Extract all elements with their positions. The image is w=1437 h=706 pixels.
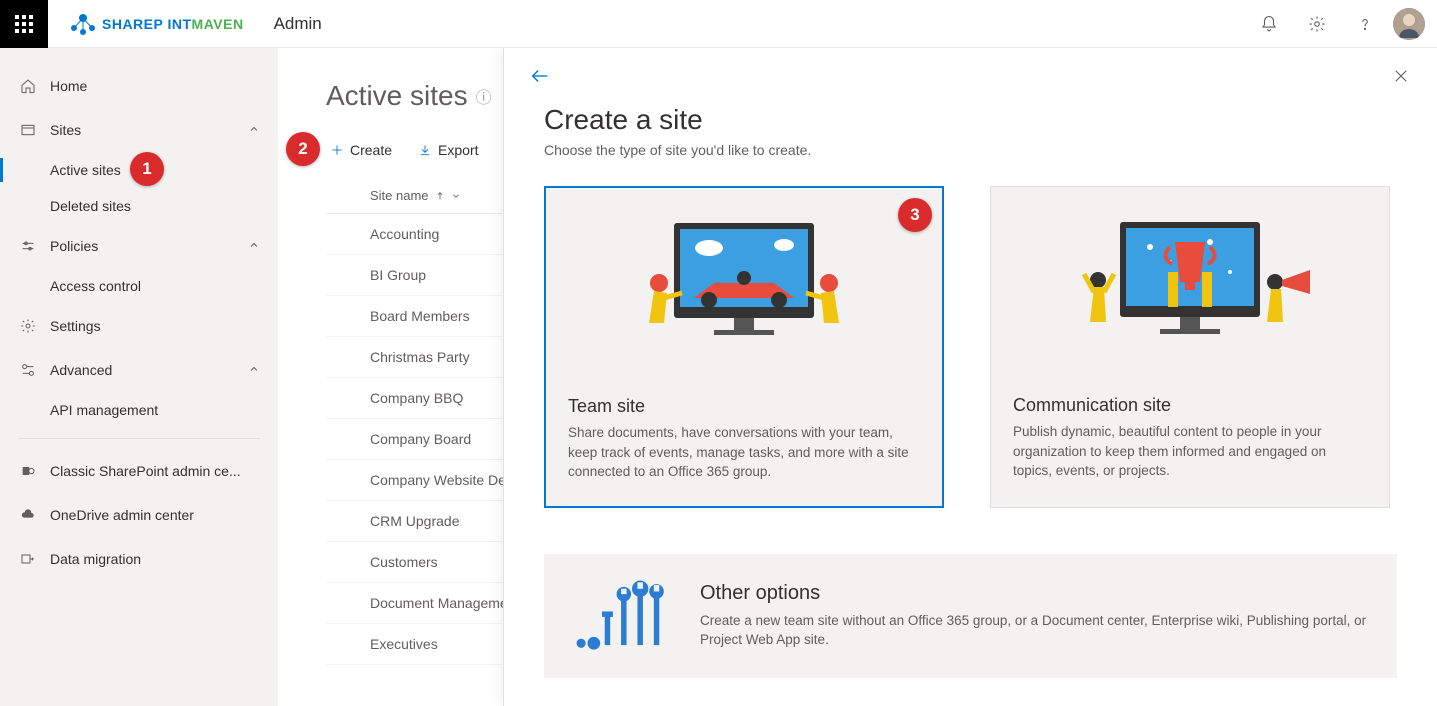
- nav-active-sites-label: Active sites: [50, 162, 121, 178]
- panel-title: Create a site: [544, 104, 1397, 136]
- team-site-title: Team site: [568, 396, 920, 417]
- communication-site-illustration: [991, 187, 1389, 377]
- plus-icon: [330, 143, 344, 157]
- create-site-panel: Create a site Choose the type of site yo…: [503, 48, 1437, 706]
- nav-deleted-sites-label: Deleted sites: [50, 198, 131, 214]
- communication-site-desc: Publish dynamic, beautiful content to pe…: [1013, 422, 1367, 481]
- help-button[interactable]: [1341, 0, 1389, 48]
- chevron-down-icon: [451, 191, 461, 201]
- brand-text-point: P INT: [154, 16, 192, 32]
- settings-button[interactable]: [1293, 0, 1341, 48]
- other-options-card[interactable]: Other options Create a new team site wit…: [544, 554, 1397, 678]
- step-badge-1: 1: [130, 152, 164, 186]
- chevron-up-icon: [248, 238, 260, 254]
- notifications-button[interactable]: [1245, 0, 1293, 48]
- arrow-left-icon: [529, 65, 551, 87]
- nav-active-sites[interactable]: Active sites 1: [0, 152, 278, 188]
- nav-home[interactable]: Home: [0, 64, 278, 108]
- chevron-up-icon: [248, 362, 260, 378]
- nav-data-migration[interactable]: Data migration: [0, 537, 278, 581]
- waffle-icon: [15, 15, 33, 33]
- nav-sites-label: Sites: [50, 122, 81, 138]
- close-icon: [1392, 67, 1410, 85]
- nav-sites[interactable]: Sites: [0, 108, 278, 152]
- nav-data-migration-label: Data migration: [50, 551, 141, 567]
- other-options-title: Other options: [700, 582, 1369, 605]
- help-icon: [1356, 15, 1374, 33]
- step-badge-3: 3: [898, 198, 932, 232]
- nav-onedrive-admin[interactable]: OneDrive admin center: [0, 493, 278, 537]
- nav-settings-label: Settings: [50, 318, 101, 334]
- nav-settings[interactable]: Settings: [0, 304, 278, 348]
- nav-divider: [18, 438, 260, 439]
- bell-icon: [1260, 15, 1278, 33]
- advanced-icon: [18, 362, 38, 378]
- main-content: Active sites ⓘ 2 Create Export Site name…: [278, 48, 1437, 706]
- col-site-name-label: Site name: [370, 188, 429, 203]
- back-button[interactable]: [524, 60, 556, 92]
- create-button[interactable]: Create: [326, 136, 396, 164]
- nav-advanced-label: Advanced: [50, 362, 112, 378]
- cloud-icon: [18, 507, 38, 523]
- team-site-desc: Share documents, have conversations with…: [568, 423, 920, 482]
- sidebar: Home Sites Active sites 1 Deleted sites …: [0, 48, 278, 706]
- gear-icon: [18, 318, 38, 334]
- top-bar: SHAREP INTMAVEN Admin: [0, 0, 1437, 48]
- brand-text-share: SHARE: [102, 16, 154, 32]
- chevron-up-icon: [248, 122, 260, 138]
- step-badge-2: 2: [286, 132, 320, 166]
- nav-deleted-sites[interactable]: Deleted sites: [0, 188, 278, 224]
- nav-classic-admin-label: Classic SharePoint admin ce...: [50, 463, 241, 479]
- sites-icon: [18, 122, 38, 138]
- export-button[interactable]: Export: [414, 136, 482, 164]
- other-options-desc: Create a new team site without an Office…: [700, 611, 1369, 650]
- nav-access-control-label: Access control: [50, 278, 141, 294]
- other-options-illustration: [572, 576, 672, 656]
- nav-onedrive-admin-label: OneDrive admin center: [50, 507, 194, 523]
- panel-subtitle: Choose the type of site you'd like to cr…: [544, 142, 1397, 158]
- communication-site-title: Communication site: [1013, 395, 1367, 416]
- nav-classic-admin[interactable]: Classic SharePoint admin ce...: [0, 449, 278, 493]
- home-icon: [18, 78, 38, 94]
- brand-text-maven: MAVEN: [192, 16, 244, 32]
- policies-icon: [18, 238, 38, 254]
- create-button-label: Create: [350, 142, 392, 158]
- page-title-text: Active sites: [326, 80, 468, 112]
- app-title: Admin: [274, 14, 322, 34]
- nav-policies-label: Policies: [50, 238, 98, 254]
- nav-advanced[interactable]: Advanced: [0, 348, 278, 392]
- user-avatar[interactable]: [1393, 8, 1425, 40]
- info-icon[interactable]: ⓘ: [476, 84, 492, 108]
- export-button-label: Export: [438, 142, 478, 158]
- team-site-illustration: [546, 188, 942, 378]
- avatar-icon: [1393, 8, 1425, 40]
- communication-site-card[interactable]: Communication site Publish dynamic, beau…: [990, 186, 1390, 508]
- nav-api-management[interactable]: API management: [0, 392, 278, 428]
- sort-asc-icon: [435, 191, 445, 201]
- gear-icon: [1308, 15, 1326, 33]
- download-icon: [418, 143, 432, 157]
- nav-home-label: Home: [50, 78, 87, 94]
- app-launcher[interactable]: [0, 0, 48, 48]
- team-site-card[interactable]: 3: [544, 186, 944, 508]
- migration-icon: [18, 551, 38, 567]
- brand-logo-icon: [68, 12, 98, 36]
- sharepoint-icon: [18, 463, 38, 479]
- close-button[interactable]: [1385, 60, 1417, 92]
- nav-api-management-label: API management: [50, 402, 158, 418]
- nav-policies[interactable]: Policies: [0, 224, 278, 268]
- nav-access-control[interactable]: Access control: [0, 268, 278, 304]
- brand-logo[interactable]: SHAREP INTMAVEN: [68, 12, 244, 36]
